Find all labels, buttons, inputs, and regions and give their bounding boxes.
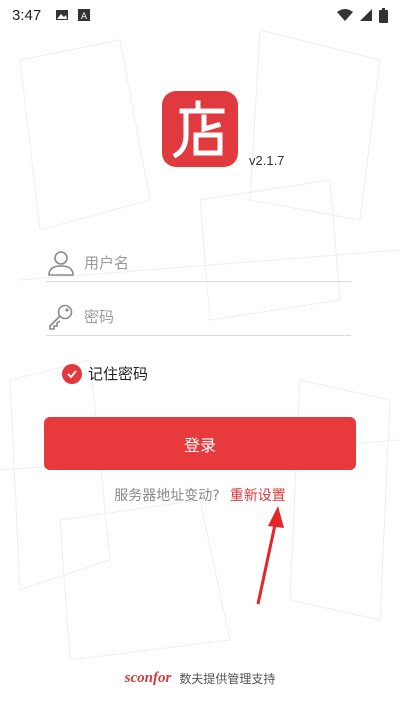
app-version: v2.1.7	[249, 153, 285, 168]
signal-icon	[360, 9, 372, 21]
wifi-icon	[337, 9, 353, 21]
svg-text:A: A	[81, 12, 88, 22]
status-time: 3:47	[12, 6, 42, 24]
username-field[interactable]	[46, 244, 351, 282]
annotation-arrow-icon	[256, 506, 284, 605]
image-icon	[56, 10, 69, 20]
status-icons-right	[337, 7, 388, 23]
password-field[interactable]	[46, 298, 351, 336]
status-bar: 3:47 A	[0, 0, 400, 30]
server-address-line: 服务器地址变动? 重新设置	[0, 485, 400, 505]
check-circle-icon[interactable]	[62, 363, 82, 384]
server-question: 服务器地址变动?	[114, 488, 220, 504]
footer-text: 数夫提供管理支持	[179, 672, 276, 686]
store-logo-icon	[172, 100, 225, 159]
a-badge-icon: A	[78, 9, 91, 22]
login-button[interactable]: 登录	[44, 417, 356, 470]
footer: sconfor 数夫提供管理支持	[0, 670, 400, 687]
password-input[interactable]	[84, 307, 324, 326]
key-icon	[49, 304, 73, 330]
remember-password-toggle[interactable]: 记住密码	[62, 363, 148, 384]
battery-icon	[379, 7, 388, 23]
brand-logo: sconfor	[124, 670, 172, 686]
username-input[interactable]	[84, 253, 324, 272]
remember-password-label: 记住密码	[88, 365, 149, 383]
app-logo	[162, 91, 238, 167]
user-icon	[48, 250, 74, 276]
